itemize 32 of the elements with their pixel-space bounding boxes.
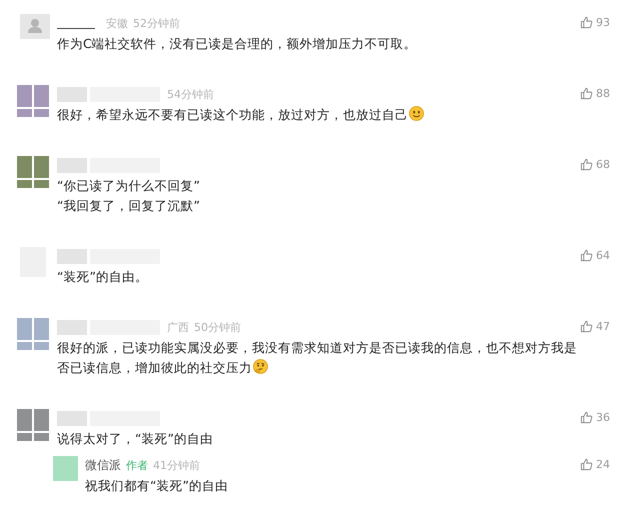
thumbs-up-icon [580,411,593,424]
comment-text: 很好的派，已读功能实属没必要，我没有需求知道对方是否已读我的信息，也不想对方我是否已读信息，增加彼此的社交压力 [57,339,578,377]
comment-line: “我回复了，回复了沉默” [57,197,201,215]
author-tag: 作者 [126,458,148,472]
thumbs-up-icon [580,158,593,171]
like-button[interactable]: 24 [580,458,610,471]
like-button[interactable]: 47 [580,320,610,333]
reply-text: 祝我们都有“装死”的自由 [85,477,229,495]
thumbs-up-icon [580,320,593,333]
comment-line: “你已读了为什么不回复” [57,177,201,195]
comment-text: “装死”的自由。 [57,268,149,286]
thumbs-up-icon [580,87,593,100]
timestamp: 50分钟前 [194,320,241,334]
location-text: 广西 [167,320,189,334]
location-text: 安徽 [106,16,128,30]
like-button[interactable]: 88 [580,87,610,100]
like-button[interactable]: 36 [580,411,610,424]
comment-text: 说得太对了，“装死”的自由 [57,430,214,448]
thumbs-up-icon [580,249,593,262]
like-button[interactable]: 68 [580,158,610,171]
timestamp: 54分钟前 [167,86,214,102]
comment-text: 作为C端社交软件，没有已读是合理的，额外增加压力不可取。 [57,35,418,53]
smiley-icon [409,106,424,121]
thumbs-up-icon [580,16,593,29]
author-name[interactable]: 微信派 [85,456,121,474]
timestamp: 52分钟前 [133,16,180,30]
thinking-face-icon [253,359,268,374]
timestamp: 41分钟前 [153,458,200,472]
comment-text: 很好，希望永远不要有已读这个功能，放过对方，也放过自己 [57,105,580,125]
like-button[interactable]: 93 [580,16,610,29]
like-button[interactable]: 64 [580,249,610,262]
thumbs-up-icon [580,458,593,471]
